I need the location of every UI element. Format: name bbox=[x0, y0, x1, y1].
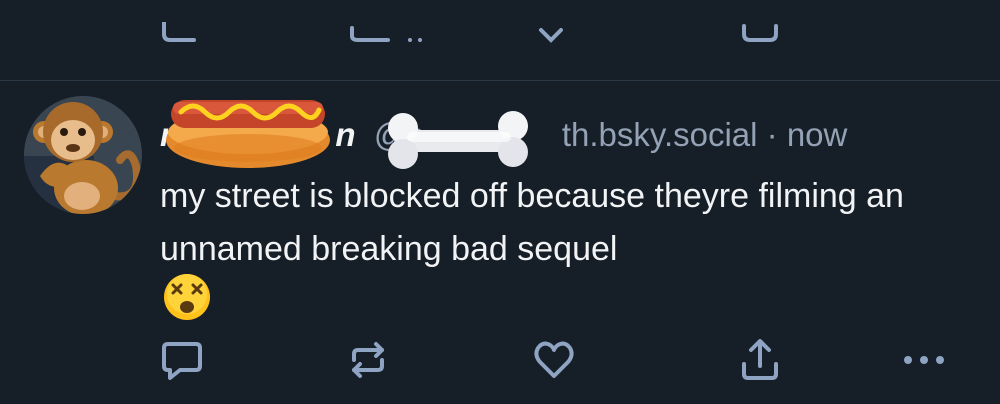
previous-reply-icon[interactable] bbox=[160, 22, 200, 44]
previous-post-actions bbox=[0, 0, 1000, 80]
post-text: my street is blocked off because theyre … bbox=[160, 177, 904, 268]
repost-icon[interactable] bbox=[346, 336, 390, 384]
timestamp[interactable]: now bbox=[787, 116, 848, 153]
reply-icon[interactable] bbox=[160, 336, 204, 384]
bone-emoji bbox=[388, 111, 528, 169]
previous-share-icon[interactable] bbox=[740, 22, 780, 44]
previous-like-icon[interactable] bbox=[538, 22, 564, 44]
more-icon[interactable] bbox=[900, 336, 948, 384]
hotdog-emoji bbox=[166, 100, 330, 168]
previous-repost-icon[interactable] bbox=[348, 22, 438, 44]
post-actions bbox=[0, 336, 1000, 392]
post-divider bbox=[0, 80, 1000, 81]
avatar[interactable] bbox=[24, 96, 142, 214]
monkey-emoji-avatar bbox=[24, 96, 142, 214]
share-icon[interactable] bbox=[738, 336, 782, 384]
header-separator: · bbox=[757, 116, 787, 153]
dizzy-face-emoji bbox=[164, 274, 210, 320]
heart-icon[interactable] bbox=[532, 336, 576, 384]
